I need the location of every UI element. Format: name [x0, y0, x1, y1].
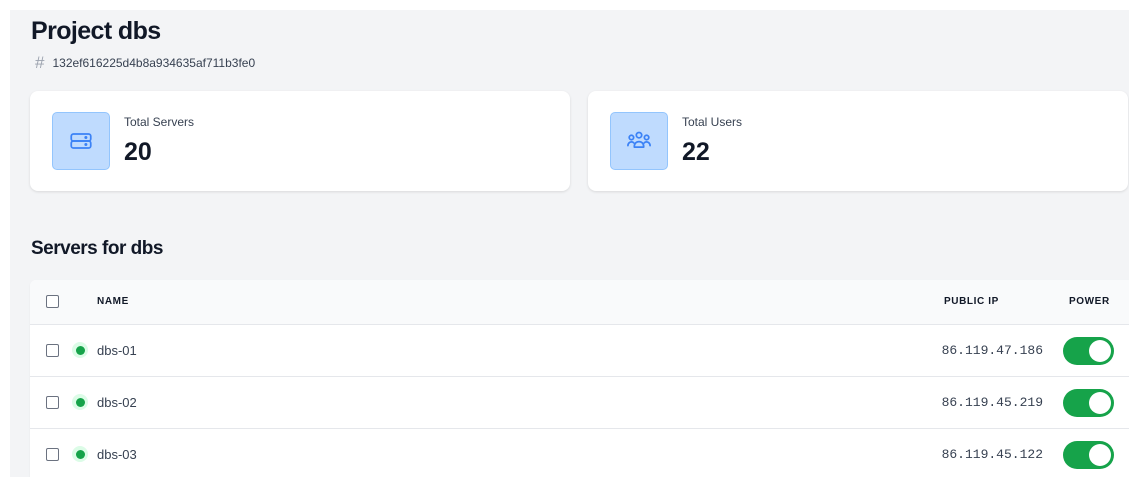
server-name-link[interactable]: dbs-03 — [97, 429, 137, 477]
stat-value: 22 — [682, 138, 710, 166]
server-name-link[interactable]: dbs-01 — [97, 325, 137, 376]
stat-label: Total Users — [682, 115, 743, 129]
page-title: Project dbs — [31, 17, 161, 45]
status-running-icon — [72, 446, 88, 462]
power-toggle[interactable] — [1063, 389, 1114, 417]
table-header: NAME PUBLIC IP POWER — [30, 280, 1129, 325]
table-row[interactable]: dbs-03 86.119.45.122 — [30, 429, 1129, 477]
status-running-icon — [72, 394, 88, 410]
power-toggle[interactable] — [1063, 441, 1114, 469]
project-id-value: 132ef616225d4b8a934635af711b3fe0 — [52, 55, 256, 70]
column-header-power[interactable]: POWER — [1069, 280, 1110, 324]
total-servers-card: Total Servers 20 — [30, 91, 570, 191]
server-public-ip: 86.119.47.186 — [941, 343, 1043, 358]
project-page: Project dbs # 132ef616225d4b8a934635af71… — [10, 10, 1129, 477]
stat-label: Total Servers — [124, 115, 195, 129]
row-checkbox[interactable] — [46, 396, 59, 409]
toggle-knob — [1089, 444, 1111, 466]
power-toggle[interactable] — [1063, 337, 1114, 365]
servers-section-title: Servers for dbs — [31, 238, 163, 259]
project-id: # 132ef616225d4b8a934635af711b3fe0 — [35, 54, 255, 71]
users-group-icon — [610, 112, 668, 170]
toggle-knob — [1089, 340, 1111, 362]
status-running-icon — [72, 342, 88, 358]
server-name-link[interactable]: dbs-02 — [97, 377, 137, 428]
total-users-card: Total Users 22 — [588, 91, 1128, 191]
stat-value: 20 — [124, 138, 152, 166]
server-public-ip: 86.119.45.219 — [941, 395, 1043, 410]
servers-table: NAME PUBLIC IP POWER dbs-01 86.119.47.18… — [30, 280, 1129, 477]
hash-icon: # — [35, 53, 45, 72]
row-checkbox[interactable] — [46, 448, 59, 461]
column-header-public-ip[interactable]: PUBLIC IP — [944, 280, 999, 324]
column-header-name[interactable]: NAME — [97, 280, 129, 324]
select-all-checkbox[interactable] — [46, 295, 59, 308]
table-row[interactable]: dbs-01 86.119.47.186 — [30, 325, 1129, 377]
server-stack-icon — [52, 112, 110, 170]
server-public-ip: 86.119.45.122 — [941, 447, 1043, 462]
table-row[interactable]: dbs-02 86.119.45.219 — [30, 377, 1129, 429]
row-checkbox[interactable] — [46, 344, 59, 357]
toggle-knob — [1089, 392, 1111, 414]
